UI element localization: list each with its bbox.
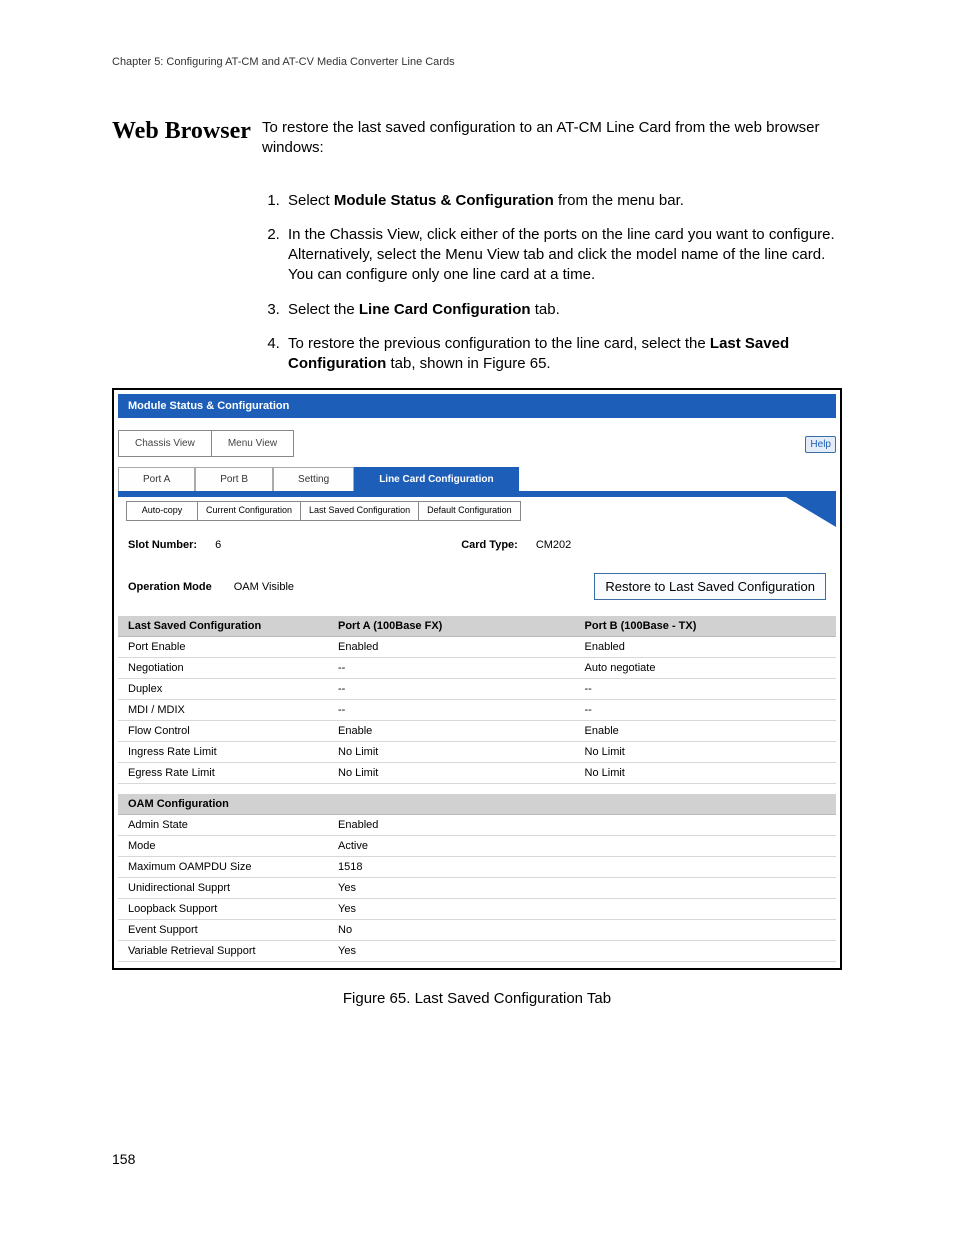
- tab-menu-view[interactable]: Menu View: [212, 430, 294, 457]
- step-text: Select: [288, 192, 334, 209]
- slot-number-label: Slot Number:: [128, 539, 197, 551]
- table-row: Negotiation--Auto negotiate: [118, 658, 836, 679]
- table-cell: Flow Control: [118, 721, 328, 742]
- subtab-last-saved-config[interactable]: Last Saved Configuration: [301, 501, 419, 521]
- table-cell: No: [328, 920, 836, 941]
- tab-port-a[interactable]: Port A: [118, 467, 195, 491]
- table-cell: No Limit: [575, 763, 836, 784]
- step-text: To restore the previous configuration to…: [288, 335, 710, 352]
- table-row: Unidirectional SupprtYes: [118, 878, 836, 899]
- card-type-label: Card Type:: [461, 539, 518, 551]
- tab-setting[interactable]: Setting: [273, 467, 354, 491]
- section-heading: Web Browser: [112, 118, 262, 173]
- step-text: Select the: [288, 301, 359, 318]
- table-cell: Yes: [328, 899, 836, 920]
- oam-config-table: OAM Configuration Admin StateEnabledMode…: [118, 794, 836, 962]
- last-saved-config-table: Last Saved Configuration Port A (100Base…: [118, 616, 836, 784]
- table-cell: --: [575, 700, 836, 721]
- restore-button[interactable]: Restore to Last Saved Configuration: [594, 573, 826, 600]
- subtab-current-config[interactable]: Current Configuration: [198, 501, 301, 521]
- table-cell: 1518: [328, 857, 836, 878]
- step-bold: Line Card Configuration: [359, 301, 531, 318]
- step-text: from the menu bar.: [554, 192, 684, 209]
- table-cell: Enable: [328, 721, 575, 742]
- subtab-default-config[interactable]: Default Configuration: [419, 501, 521, 521]
- step-2: In the Chassis View, click either of the…: [284, 225, 842, 286]
- operation-mode-label: Operation Mode: [128, 581, 212, 593]
- table-row: Maximum OAMPDU Size1518: [118, 857, 836, 878]
- table-cell: --: [328, 658, 575, 679]
- table-row: Port EnableEnabledEnabled: [118, 637, 836, 658]
- table-cell: Enabled: [328, 815, 836, 836]
- table-cell: --: [575, 679, 836, 700]
- table-cell: Event Support: [118, 920, 328, 941]
- tab-underline: [118, 491, 836, 497]
- step-text: tab, shown in Figure 65.: [386, 355, 550, 372]
- table-cell: Auto negotiate: [575, 658, 836, 679]
- col-header-port-b: Port B (100Base - TX): [575, 616, 836, 637]
- table-cell: No Limit: [328, 742, 575, 763]
- table-cell: Loopback Support: [118, 899, 328, 920]
- table-cell: Duplex: [118, 679, 328, 700]
- table-row: ModeActive: [118, 836, 836, 857]
- screenshot-figure: Module Status & Configuration Chassis Vi…: [112, 388, 842, 970]
- table-row: Flow ControlEnableEnable: [118, 721, 836, 742]
- table-cell: Variable Retrieval Support: [118, 941, 328, 962]
- table-cell: Unidirectional Supprt: [118, 878, 328, 899]
- table-cell: Active: [328, 836, 836, 857]
- step-1: Select Module Status & Configuration fro…: [284, 191, 842, 211]
- table-cell: Enable: [575, 721, 836, 742]
- tab-port-b[interactable]: Port B: [195, 467, 273, 491]
- table-row: Ingress Rate LimitNo LimitNo Limit: [118, 742, 836, 763]
- decorative-triangle: [776, 491, 836, 527]
- chapter-header: Chapter 5: Configuring AT-CM and AT-CV M…: [112, 56, 842, 68]
- tab-line-card-config[interactable]: Line Card Configuration: [354, 467, 518, 491]
- table-cell: Mode: [118, 836, 328, 857]
- table-cell: MDI / MDIX: [118, 700, 328, 721]
- help-button[interactable]: Help: [805, 436, 836, 453]
- steps-list: Select Module Status & Configuration fro…: [262, 191, 842, 375]
- table-cell: --: [328, 679, 575, 700]
- table-row: Variable Retrieval SupportYes: [118, 941, 836, 962]
- table-cell: Admin State: [118, 815, 328, 836]
- step-text: tab.: [531, 301, 560, 318]
- table-cell: Ingress Rate Limit: [118, 742, 328, 763]
- table-cell: --: [328, 700, 575, 721]
- table-cell: Yes: [328, 941, 836, 962]
- table-row: MDI / MDIX----: [118, 700, 836, 721]
- table-cell: Enabled: [328, 637, 575, 658]
- step-bold: Module Status & Configuration: [334, 192, 554, 209]
- table-cell: No Limit: [575, 742, 836, 763]
- info-row: Slot Number: 6 Card Type: CM202: [114, 521, 840, 561]
- table-cell: Port Enable: [118, 637, 328, 658]
- table-row: Egress Rate LimitNo LimitNo Limit: [118, 763, 836, 784]
- module-title-bar: Module Status & Configuration: [118, 394, 836, 418]
- table-cell: Maximum OAMPDU Size: [118, 857, 328, 878]
- col-header-oam: OAM Configuration: [118, 794, 836, 815]
- intro-paragraph: To restore the last saved configuration …: [262, 118, 842, 159]
- card-type-value: CM202: [536, 539, 571, 551]
- table-cell: Egress Rate Limit: [118, 763, 328, 784]
- table-cell: Yes: [328, 878, 836, 899]
- col-header-port-a: Port A (100Base FX): [328, 616, 575, 637]
- page-number: 158: [112, 1151, 135, 1167]
- table-row: Event SupportNo: [118, 920, 836, 941]
- step-4: To restore the previous configuration to…: [284, 334, 842, 375]
- figure-caption: Figure 65. Last Saved Configuration Tab: [112, 990, 842, 1007]
- table-row: Loopback SupportYes: [118, 899, 836, 920]
- col-header-config: Last Saved Configuration: [118, 616, 328, 637]
- table-cell: Enabled: [575, 637, 836, 658]
- table-cell: No Limit: [328, 763, 575, 784]
- table-row: Duplex----: [118, 679, 836, 700]
- operation-mode-value: OAM Visible: [234, 581, 294, 593]
- table-row: Admin StateEnabled: [118, 815, 836, 836]
- slot-number-value: 6: [215, 539, 221, 551]
- subtab-auto-copy[interactable]: Auto-copy: [126, 501, 198, 521]
- table-cell: Negotiation: [118, 658, 328, 679]
- tab-chassis-view[interactable]: Chassis View: [118, 430, 212, 457]
- step-3: Select the Line Card Configuration tab.: [284, 300, 842, 320]
